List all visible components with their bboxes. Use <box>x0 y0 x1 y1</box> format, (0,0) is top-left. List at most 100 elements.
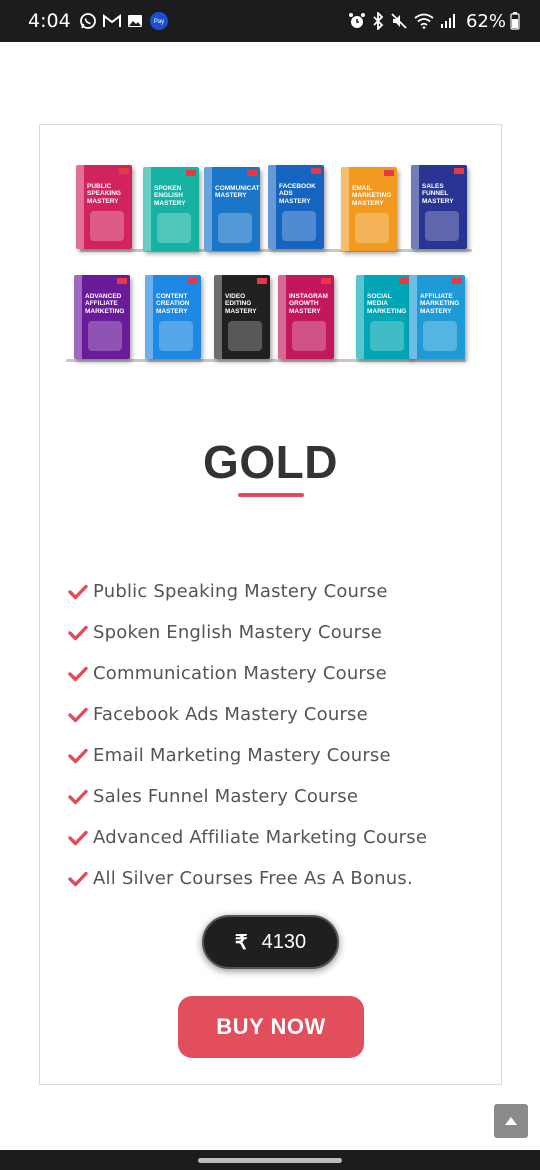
box-illustration <box>423 321 457 351</box>
box-badge <box>257 278 267 284</box>
box-spine <box>214 275 222 359</box>
box-illustration <box>292 321 326 351</box>
check-icon <box>68 828 88 848</box>
box-illustration <box>282 211 316 241</box>
signal-icon <box>440 13 456 29</box>
box-spine <box>409 275 417 359</box>
product-box: Spoken English Mastery <box>143 167 199 251</box>
product-name: Email Marketing Mastery <box>352 185 392 207</box>
whatsapp-icon <box>79 12 97 30</box>
feature-text: Public Speaking Mastery Course <box>93 581 388 602</box>
shelf-top <box>80 249 472 252</box>
chevron-up-icon <box>505 1117 517 1125</box>
feature-item: Advanced Affiliate Marketing Course <box>68 817 427 858</box>
price-value: 4130 <box>261 930 307 953</box>
box-badge <box>311 168 321 174</box>
feature-text: Communication Mastery Course <box>93 663 387 684</box>
battery-percentage: 62% <box>465 10 506 32</box>
box-illustration <box>159 321 193 351</box>
product-name: Social Media Marketing <box>367 293 407 315</box>
feature-text: Advanced Affiliate Marketing Course <box>93 827 428 848</box>
feature-item: Facebook Ads Mastery Course <box>68 694 427 735</box>
price-pill: ₹ 4130 <box>202 915 339 969</box>
feature-item: Sales Funnel Mastery Course <box>68 776 427 817</box>
wifi-icon <box>414 13 434 29</box>
product-name: Content Creation Mastery <box>156 293 190 315</box>
product-name: Spoken English Mastery <box>154 185 186 207</box>
product-box: Advanced Affiliate Marketing <box>74 275 130 359</box>
home-gesture-handle[interactable] <box>198 1158 342 1163</box>
box-badge <box>384 170 394 176</box>
product-name: Video Editing Mastery <box>225 293 257 315</box>
check-icon <box>68 664 88 684</box>
product-box: Content Creation Mastery <box>145 275 201 359</box>
box-spine <box>411 165 419 249</box>
box-badge <box>454 168 464 174</box>
product-box: Social Media Marketing <box>356 275 412 359</box>
product-bundle-image: Public Speaking Mastery Spoken English Ma… <box>66 161 476 362</box>
check-icon <box>68 705 88 725</box>
plan-title: GOLD <box>203 436 338 488</box>
product-name: Advanced Affiliate Marketing <box>85 293 125 315</box>
box-illustration <box>90 211 124 241</box>
check-icon <box>68 787 88 807</box>
check-icon <box>68 582 88 602</box>
pricing-card: Public Speaking Mastery Spoken English Ma… <box>39 124 502 1085</box>
buy-now-button[interactable]: BUY NOW <box>178 996 364 1058</box>
feature-item: Email Marketing Mastery Course <box>68 735 427 776</box>
feature-list: Public Speaking Mastery Course Spoken Eng… <box>68 571 427 899</box>
product-box: Video Editing Mastery <box>214 275 270 359</box>
product-name: Instagram Growth Mastery <box>289 293 328 315</box>
box-illustration <box>425 211 459 241</box>
battery-icon <box>510 12 520 30</box>
box-spine <box>145 275 153 359</box>
feature-text: Facebook Ads Mastery Course <box>93 704 368 725</box>
product-name: Facebook Ads Mastery <box>279 183 316 205</box>
feature-text: Email Marketing Mastery Course <box>93 745 391 766</box>
product-box: Public Speaking Mastery <box>76 165 132 249</box>
feature-item: Public Speaking Mastery Course <box>68 571 427 612</box>
feature-item: Communication Mastery Course <box>68 653 427 694</box>
box-illustration <box>228 321 262 351</box>
box-illustration <box>88 321 122 351</box>
box-spine <box>278 275 286 359</box>
box-spine <box>76 165 84 249</box>
box-badge <box>117 278 127 284</box>
check-icon <box>68 746 88 766</box>
product-box: Facebook Ads Mastery <box>268 165 324 249</box>
title-underline <box>238 493 304 497</box>
box-badge <box>188 278 198 284</box>
feature-text: Spoken English Mastery Course <box>93 622 383 643</box>
box-badge <box>452 278 462 284</box>
box-spine <box>204 167 212 251</box>
rupee-icon: ₹ <box>234 931 248 954</box>
product-name: Sales Funnel Mastery <box>422 183 454 205</box>
box-spine <box>74 275 82 359</box>
box-spine <box>268 165 276 249</box>
pay-icon: Pay <box>149 11 169 31</box>
product-name: Public Speaking Mastery <box>87 183 121 205</box>
svg-text:Pay: Pay <box>154 19 164 25</box>
box-badge <box>399 278 409 284</box>
feature-text: Sales Funnel Mastery Course <box>93 786 359 807</box>
box-badge <box>321 278 331 284</box>
box-spine <box>356 275 364 359</box>
status-bar: 4:04 Pay 62% <box>0 0 540 42</box>
mute-icon <box>390 12 408 30</box>
check-icon <box>68 869 88 889</box>
product-box: Sales Funnel Mastery <box>411 165 467 249</box>
feature-text: All Silver Courses Free As A Bonus. <box>93 868 413 889</box>
box-spine <box>143 167 151 251</box>
product-box: Affiliate Marketing Mastery <box>409 275 465 359</box>
box-spine <box>341 167 349 251</box>
box-illustration <box>370 321 404 351</box>
feature-item: Spoken English Mastery Course <box>68 612 427 653</box>
box-badge <box>247 170 257 176</box>
product-box: Communication Mastery <box>204 167 260 251</box>
scroll-to-top-button[interactable] <box>494 1104 528 1138</box>
gmail-icon <box>102 14 121 28</box>
box-badge <box>186 170 196 176</box>
status-time: 4:04 <box>28 10 71 32</box>
product-box: Instagram Growth Mastery <box>278 275 334 359</box>
product-name: Affiliate Marketing Mastery <box>420 293 460 315</box>
